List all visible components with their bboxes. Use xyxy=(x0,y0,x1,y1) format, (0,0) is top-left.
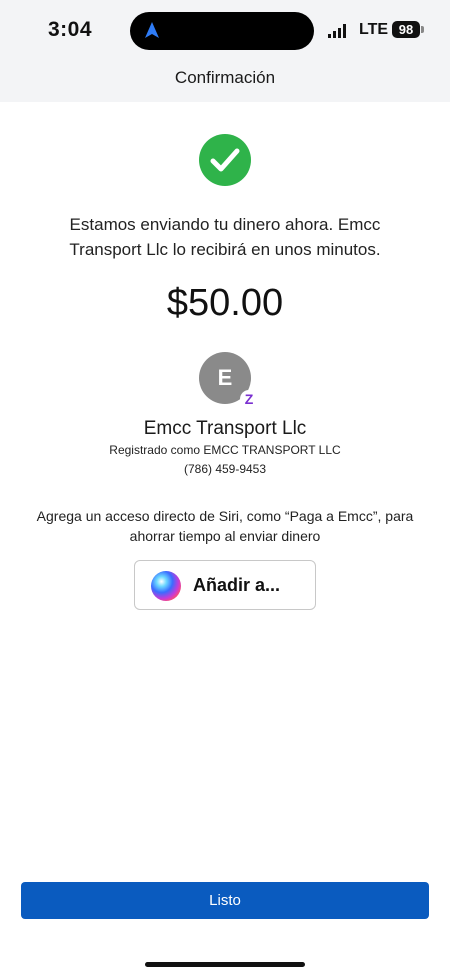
recipient-phone: (786) 459-9453 xyxy=(183,462,267,476)
status-bar: 3:04 LTE 98 xyxy=(0,0,450,62)
siri-icon xyxy=(151,571,181,601)
avatar-initial: E xyxy=(217,365,233,390)
registered-as: Registrado como EMCC TRANSPORT LLC xyxy=(109,443,341,457)
battery-icon: 98 xyxy=(392,21,420,38)
home-indicator[interactable] xyxy=(145,962,305,967)
network-type: LTE xyxy=(359,21,389,38)
amount-sent: $50.00 xyxy=(166,282,284,324)
status-time: 3:04 xyxy=(48,18,93,41)
siri-shortcut-prompt: Agrega un acceso directo de Siri, como “… xyxy=(36,508,414,544)
page-title: Confirmación xyxy=(174,68,276,87)
recipient-name: Emcc Transport Llc xyxy=(143,418,307,439)
battery-level: 98 xyxy=(398,22,414,37)
done-label: Listo xyxy=(209,892,241,909)
confirmation-message: Estamos enviando tu dinero ahora. Emcc T… xyxy=(69,215,381,259)
signal-icon xyxy=(328,24,346,38)
zelle-badge-icon: Z xyxy=(240,390,258,408)
done-button[interactable]: Listo xyxy=(21,882,429,919)
location-arrow-icon xyxy=(145,22,159,38)
battery-tip xyxy=(421,26,424,33)
check-circle-icon xyxy=(199,134,251,186)
add-to-siri-button[interactable]: Añadir a... xyxy=(134,560,316,610)
zelle-badge-letter: Z xyxy=(244,391,254,407)
add-to-siri-label: Añadir a... xyxy=(193,575,281,595)
